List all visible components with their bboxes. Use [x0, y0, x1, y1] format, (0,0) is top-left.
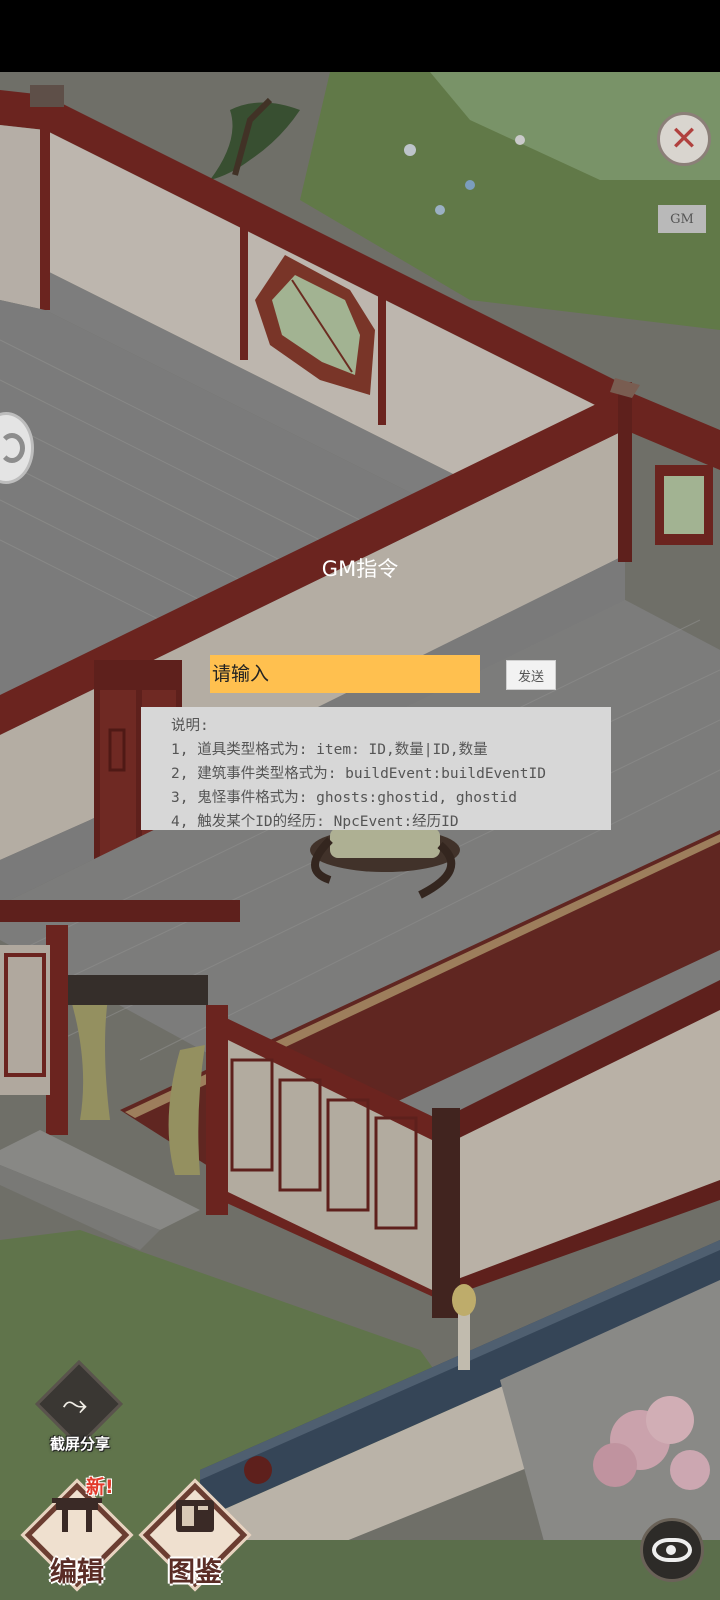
courtyard-background — [0, 72, 720, 1600]
instruction-line: 3, 鬼怪事件格式为: ghosts:ghostid, ghostid — [171, 790, 517, 806]
instructions-heading: 说明: — [171, 718, 209, 734]
gm-command-input[interactable] — [210, 655, 480, 693]
edit-button[interactable]: 编辑 新! — [24, 1476, 130, 1588]
instruction-line: 4, 触发某个ID的经历: NpcEvent:经历ID — [171, 814, 459, 830]
catalog-label: 图鉴 — [168, 1557, 222, 1588]
courtyard-scene[interactable] — [0, 72, 720, 1600]
gm-button[interactable]: GM — [658, 205, 706, 233]
instructions-box: 说明: 1, 道具类型格式为: item: ID,数量|ID,数量 2, 建筑事… — [141, 707, 611, 830]
edit-label: 编辑 — [50, 1557, 104, 1588]
instruction-line: 2, 建筑事件类型格式为: buildEvent:buildEventID — [171, 766, 546, 782]
close-icon: ✕ — [669, 119, 699, 159]
status-bar — [0, 0, 720, 72]
share-label: 截屏分享 — [49, 1435, 110, 1453]
send-button[interactable]: 发送 — [506, 660, 556, 690]
catalog-button[interactable]: 图鉴 — [142, 1482, 248, 1588]
screenshot-share-button[interactable]: ⤳ 截屏分享 — [35, 1360, 123, 1457]
swirl-icon — [0, 433, 25, 463]
new-badge: 新! — [86, 1476, 114, 1498]
catalog-icon — [176, 1500, 214, 1532]
share-icon: ⤳ — [62, 1385, 88, 1423]
close-button[interactable]: ✕ — [657, 112, 711, 166]
toggle-ui-button[interactable] — [640, 1518, 704, 1582]
eye-icon — [652, 1538, 692, 1562]
instruction-line: 1, 道具类型格式为: item: ID,数量|ID,数量 — [171, 742, 488, 758]
gm-panel-title: GM指令 — [321, 557, 399, 581]
edit-icon — [52, 1498, 102, 1532]
